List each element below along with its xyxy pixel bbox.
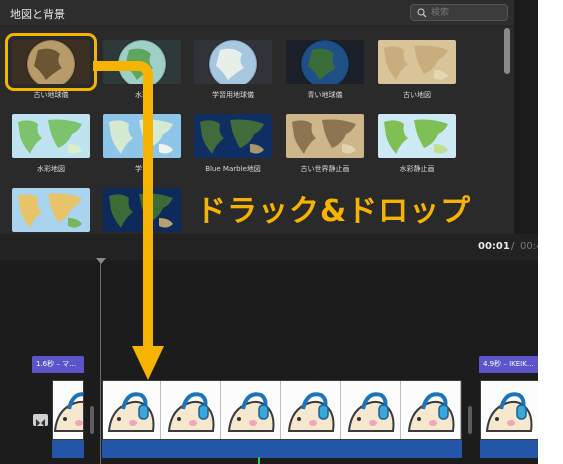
map-thumbnail [103,40,181,84]
clip-frame [53,381,83,439]
clip-frame [223,381,281,439]
clip-trim-handle[interactable] [468,406,472,434]
map-thumbnail [194,114,272,158]
audio-bar[interactable] [102,440,462,458]
clip-frame [481,381,538,439]
map-tile-label: 古い地図 [403,91,431,99]
map-thumbnail [5,33,97,91]
browser-header: 地図と背景 [0,0,514,27]
search-icon [417,8,427,18]
audio-bar[interactable] [52,440,84,458]
map-thumbnail [378,40,456,84]
map-thumbnail [194,40,272,84]
map-tile-label: 青い地球儀 [307,91,343,99]
side-strip [514,0,538,234]
drag-and-drop-caption: ドラック&ドロップ [196,194,472,229]
browser-title: 地図と背景 [10,8,65,21]
map-thumbnail [12,188,90,232]
map-thumbnail [103,188,181,232]
audio-bar[interactable] [480,440,538,458]
time-separator: / [511,241,515,252]
map-tile-label: Blue Marble地図 [205,165,261,173]
headphone-bear-icon [287,392,335,432]
headphone-bear-icon [53,392,83,432]
headphone-bear-icon [407,392,455,432]
map-tile-label: 水彩静止画 [399,165,435,173]
marker [258,457,260,464]
video-clip-main[interactable] [102,380,462,440]
map-thumbnail [286,114,364,158]
map-thumbnail [286,40,364,84]
map-thumbnail [378,114,456,158]
playhead[interactable] [100,263,101,464]
imovie-window: 地図と背景 古い地球儀 水彩 [0,0,538,464]
map-tile-label: 学習用地球儀 [212,91,254,99]
search-input[interactable] [431,6,503,19]
video-clip-left[interactable] [52,380,84,440]
headphone-bear-icon [485,392,533,432]
timeline-header: 00:01 / 00:4 [0,234,538,260]
clip-frame [163,381,221,439]
map-tile-label: 古い世界静止画 [300,165,350,173]
video-clip-right[interactable] [480,380,538,440]
playhead-handle[interactable] [96,258,106,264]
right-clip-title[interactable]: 4.9秒 – IKEIK… [479,356,538,373]
headphone-bear-icon [167,392,215,432]
total-time: 00:4 [520,241,538,252]
search-field[interactable] [410,4,508,21]
map-thumbnail [103,114,181,158]
headphone-bear-icon [227,392,275,432]
transition-icon[interactable] [33,414,48,427]
clip-frame [403,381,461,439]
clip-frame [283,381,341,439]
headphone-bear-icon [107,392,155,432]
clip-frame [343,381,401,439]
map-thumbnail [12,114,90,158]
browser-scrollbar[interactable] [504,28,510,74]
clip-frame [103,381,161,439]
clip-trim-handle[interactable] [90,406,94,434]
current-time: 00:01 [478,241,510,252]
headphone-bear-icon [347,392,395,432]
left-clip-title[interactable]: 1.6秒 – マ… [32,356,84,373]
